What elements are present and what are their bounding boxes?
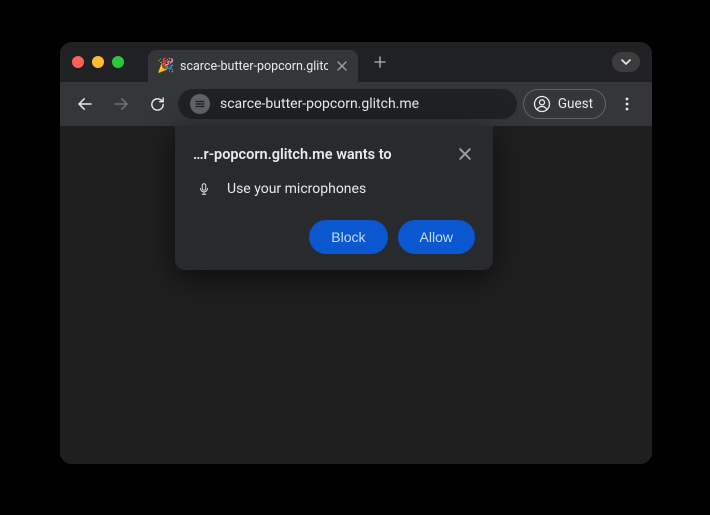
new-tab-button[interactable] xyxy=(366,48,394,76)
permission-item-label: Use your microphones xyxy=(227,181,366,197)
back-button[interactable] xyxy=(70,89,100,119)
page-content: …r-popcorn.glitch.me wants to Use your m… xyxy=(60,126,652,464)
maximize-window-button[interactable] xyxy=(112,56,124,68)
browser-window: 🎉 scarce-butter-popcorn.glitch xyxy=(60,42,652,464)
allow-button[interactable]: Allow xyxy=(398,220,475,254)
toolbar: scarce-butter-popcorn.glitch.me Guest xyxy=(60,82,652,126)
block-button[interactable]: Block xyxy=(309,220,387,254)
tab-title: scarce-butter-popcorn.glitch xyxy=(180,59,328,74)
forward-button[interactable] xyxy=(106,89,136,119)
close-window-button[interactable] xyxy=(72,56,84,68)
profile-button[interactable]: Guest xyxy=(523,89,606,119)
reload-button[interactable] xyxy=(142,89,172,119)
titlebar: 🎉 scarce-butter-popcorn.glitch xyxy=(60,42,652,82)
favicon-icon: 🎉 xyxy=(158,58,174,74)
microphone-icon xyxy=(195,180,213,198)
url-text: scarce-butter-popcorn.glitch.me xyxy=(220,96,419,112)
tab-strip: 🎉 scarce-butter-popcorn.glitch xyxy=(148,42,612,82)
address-bar[interactable]: scarce-butter-popcorn.glitch.me xyxy=(178,89,517,119)
guest-avatar-icon xyxy=(532,94,552,114)
chrome-menu-button[interactable] xyxy=(612,89,642,119)
permission-title: …r-popcorn.glitch.me wants to xyxy=(193,146,392,163)
traffic-lights xyxy=(72,56,124,68)
site-settings-icon[interactable] xyxy=(190,94,210,114)
profile-label: Guest xyxy=(558,96,593,112)
permission-prompt: …r-popcorn.glitch.me wants to Use your m… xyxy=(175,126,493,270)
tab-close-button[interactable] xyxy=(334,58,350,74)
permission-close-button[interactable] xyxy=(455,144,475,164)
minimize-window-button[interactable] xyxy=(92,56,104,68)
permission-item: Use your microphones xyxy=(193,180,475,198)
window-dropdown-button[interactable] xyxy=(612,52,640,72)
active-tab[interactable]: 🎉 scarce-butter-popcorn.glitch xyxy=(148,50,358,82)
